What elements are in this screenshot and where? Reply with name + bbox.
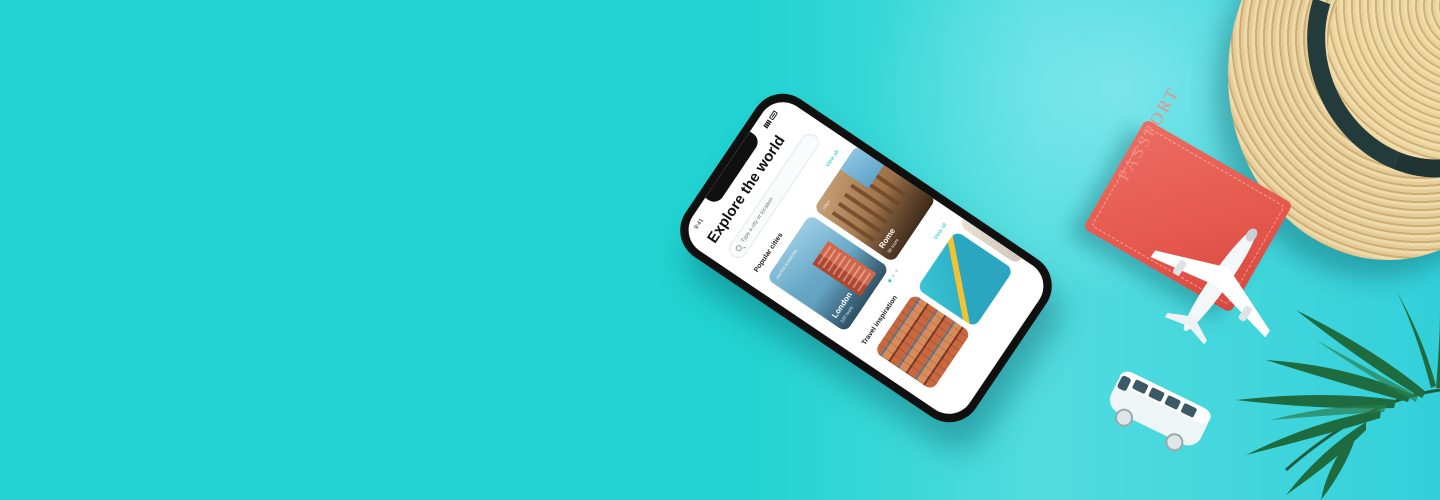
card-image <box>812 240 877 297</box>
hero-banner: PASSPORT 9:41 Explore the world Type a c… <box>0 0 1440 500</box>
view-all-link[interactable]: View all <box>825 149 841 168</box>
signal-icon <box>762 119 772 129</box>
card-badge: UNITED KINGDOM <box>774 248 799 280</box>
carousel-dot[interactable] <box>887 279 892 284</box>
carousel-dot[interactable] <box>894 269 899 274</box>
bus-icon <box>1109 371 1211 452</box>
card-image <box>831 159 910 243</box>
battery-icon <box>768 109 778 121</box>
view-all-link[interactable]: View all <box>933 222 949 241</box>
status-icons <box>762 109 778 129</box>
palm-leaf-icon <box>1236 290 1440 500</box>
search-icon <box>734 243 743 253</box>
status-time: 9:41 <box>693 217 706 231</box>
card-badge: ITALY <box>821 198 832 211</box>
carousel-dot[interactable] <box>890 274 896 279</box>
